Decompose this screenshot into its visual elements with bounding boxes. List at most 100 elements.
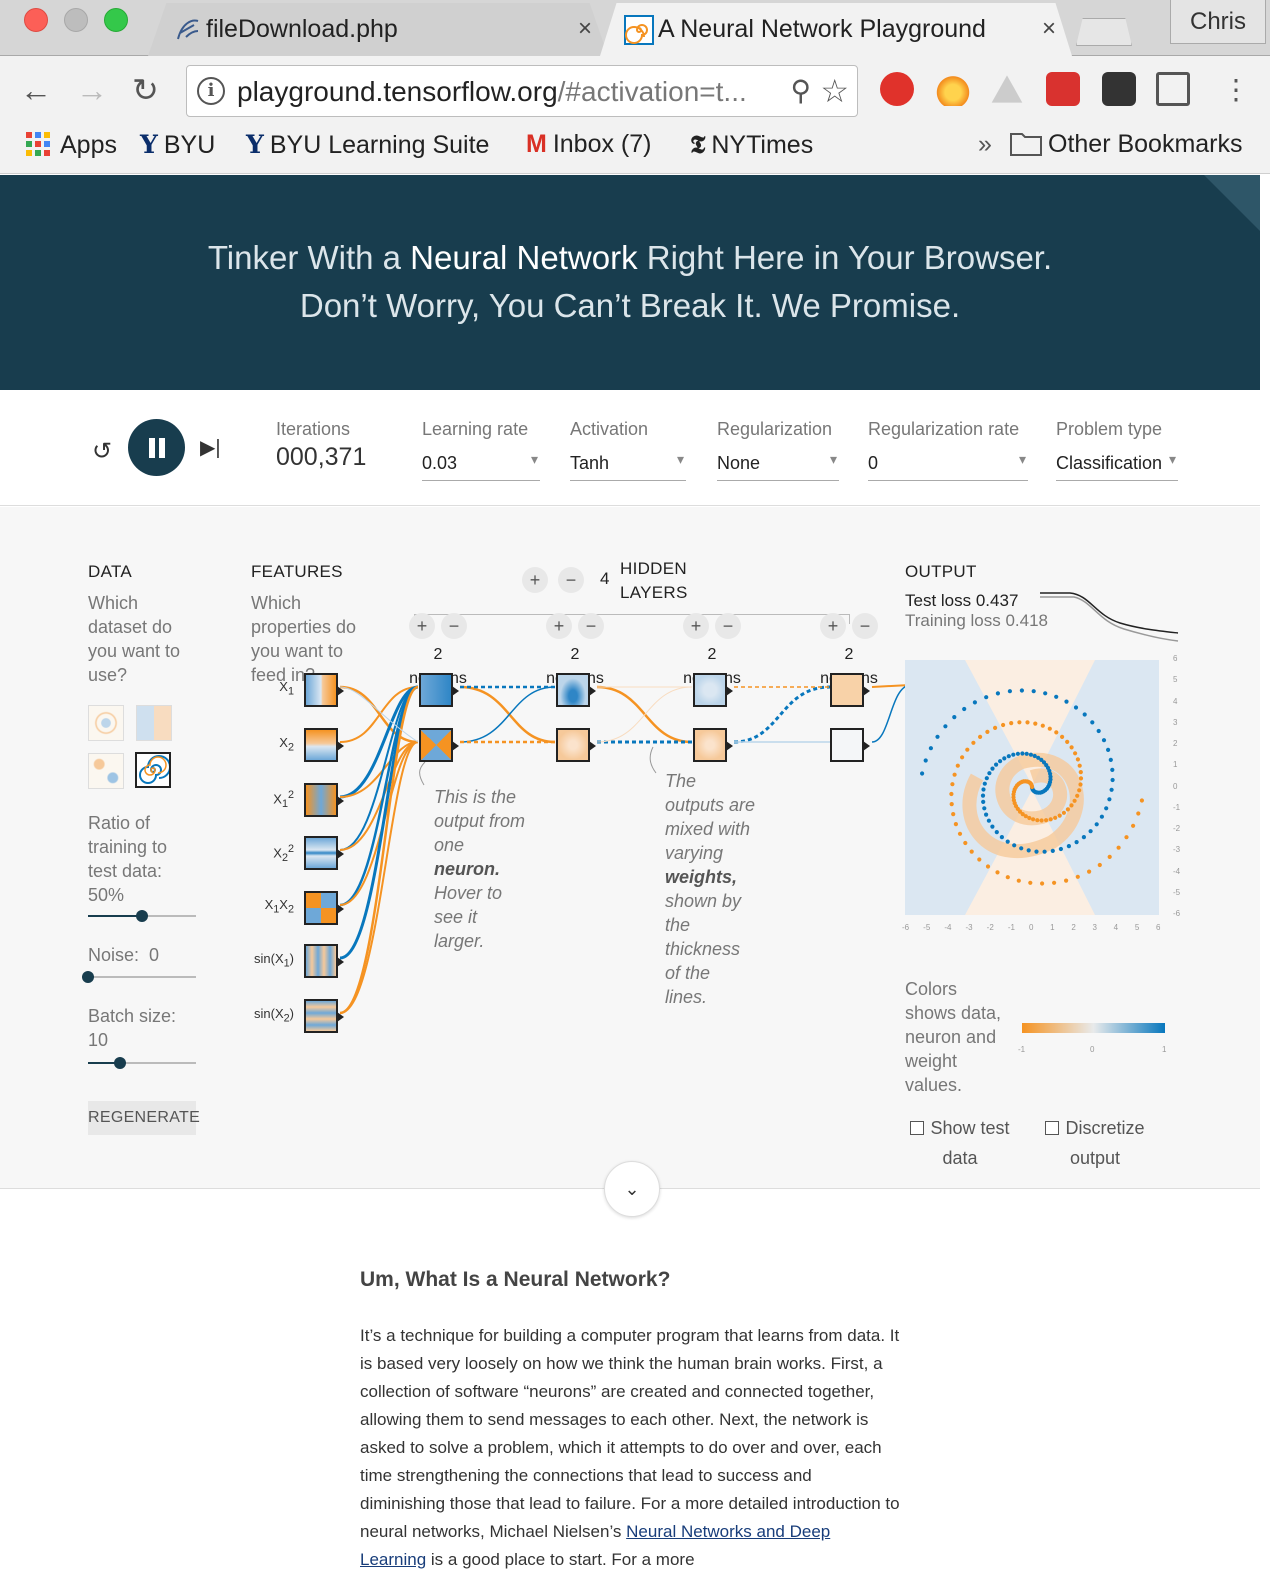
feature-x1-squared[interactable]: [304, 783, 344, 817]
show-test-data-checkbox[interactable]: Show test data: [905, 1113, 1015, 1173]
hero-headline: Tinker With a Neural Network Right Here …: [207, 239, 1053, 276]
neuron-1-1[interactable]: [419, 673, 459, 707]
x-tick-label: 3: [1092, 923, 1097, 932]
data-point: [977, 857, 982, 862]
video-extension-icon[interactable]: [1046, 72, 1080, 106]
add-layer-button[interactable]: +: [522, 567, 548, 593]
data-point: [1017, 720, 1022, 725]
checkbox-box[interactable]: [1045, 1121, 1060, 1135]
noise-slider[interactable]: [82, 971, 196, 983]
close-tab-icon[interactable]: ×: [1042, 15, 1056, 43]
step-icon[interactable]: ▶|: [200, 435, 221, 460]
y-tick-label: -5: [1173, 887, 1181, 897]
dataset-gaussian-thumb[interactable]: [88, 753, 124, 789]
feature-x1x2[interactable]: [304, 891, 344, 925]
output-decision-plot[interactable]: [905, 660, 1159, 915]
minimize-window-button[interactable]: [64, 8, 88, 32]
checkbox-box[interactable]: [910, 1121, 925, 1135]
article-heading: Um, What Is a Neural Network?: [360, 1268, 671, 1291]
close-tab-icon[interactable]: ×: [578, 15, 592, 43]
add-neuron-button[interactable]: +: [683, 613, 709, 639]
data-point: [1136, 811, 1141, 816]
feature-x2[interactable]: [304, 728, 344, 762]
back-arrow-icon[interactable]: ←: [20, 72, 52, 108]
tab-file-download[interactable]: fileDownload.php ×: [148, 3, 608, 56]
tab-neural-network-playground[interactable]: A Neural Network Playground ×: [600, 3, 1072, 56]
profile-button[interactable]: Chris: [1170, 0, 1266, 44]
dataset-xor-thumb[interactable]: [136, 705, 172, 741]
slider-knob[interactable]: [114, 1057, 127, 1069]
batch-slider[interactable]: [88, 1057, 196, 1069]
adblock-extension-icon[interactable]: [880, 72, 914, 106]
add-neuron-button[interactable]: +: [409, 613, 435, 639]
feature-x1[interactable]: [304, 673, 344, 707]
neuron-3-2[interactable]: [693, 728, 733, 762]
feature-sin-x2[interactable]: [304, 999, 344, 1033]
bookmark-byu-learning-suite[interactable]: Y BYU Learning Suite: [246, 130, 489, 160]
remove-neuron-button[interactable]: −: [578, 613, 604, 639]
remove-layer-button[interactable]: −: [558, 567, 584, 593]
remove-neuron-button[interactable]: −: [852, 613, 878, 639]
neuron-4-2[interactable]: [830, 728, 870, 762]
forward-arrow-icon[interactable]: →: [76, 72, 108, 108]
data-point: [1082, 712, 1087, 717]
data-point: [1006, 754, 1011, 759]
dataset-spiral-thumb[interactable]: [135, 752, 171, 788]
learning-rate-select[interactable]: 0.03: [422, 451, 540, 481]
scroll-down-button[interactable]: ⌄: [604, 1161, 660, 1217]
regularization-rate-select[interactable]: 0: [868, 451, 1028, 481]
feature-x2-squared[interactable]: [304, 836, 344, 870]
remove-neuron-button[interactable]: −: [441, 613, 467, 639]
new-tab-button[interactable]: [1076, 18, 1132, 46]
regularization-select[interactable]: None: [717, 451, 839, 481]
neuron-2-2[interactable]: [556, 728, 596, 762]
add-neuron-button[interactable]: +: [546, 613, 572, 639]
discretize-output-checkbox[interactable]: Discretize output: [1040, 1113, 1150, 1173]
neuron-3-1[interactable]: [693, 673, 733, 707]
y-tick-label: -3: [1173, 845, 1181, 855]
pause-button[interactable]: [128, 419, 185, 476]
reset-icon[interactable]: ↺: [92, 437, 112, 466]
add-neuron-button[interactable]: +: [820, 613, 846, 639]
menu-icon[interactable]: ⋮: [1222, 72, 1250, 108]
bookmark-byu[interactable]: Y BYU: [140, 130, 215, 160]
data-point: [984, 776, 989, 781]
bookmark-star-icon[interactable]: ☆: [820, 72, 849, 110]
slider-knob[interactable]: [82, 971, 94, 983]
site-info-icon[interactable]: i: [197, 77, 225, 105]
activation-select[interactable]: Tanh: [570, 451, 686, 481]
byu-logo-icon: Y: [246, 130, 264, 159]
cast-icon[interactable]: [1156, 72, 1190, 106]
zoom-icon[interactable]: ⚲: [790, 74, 811, 107]
neuron-hover-note: This is the output from one neuron. Hover to…: [434, 787, 526, 951]
address-bar[interactable]: i playground.tensorflow.org/#activation=…: [186, 65, 858, 117]
dataset-circle-thumb[interactable]: [88, 705, 124, 741]
bookmark-inbox[interactable]: M Inbox (7): [526, 130, 652, 159]
slider-knob[interactable]: [136, 910, 148, 922]
regenerate-button[interactable]: REGENERATE: [88, 1101, 200, 1135]
neuron-2-1[interactable]: [556, 673, 596, 707]
ratio-slider[interactable]: [88, 910, 196, 922]
fire-extension-icon[interactable]: [936, 72, 970, 106]
y-tick-label: -4: [1173, 866, 1181, 876]
more-bookmarks-chevron[interactable]: »: [978, 130, 992, 159]
github-corner-icon[interactable]: [1204, 175, 1260, 231]
browser-toolbar: ← → ↻ i playground.tensorflow.org/#activ…: [0, 56, 1270, 126]
neuron-4-1[interactable]: [830, 673, 870, 707]
problem-type-select[interactable]: Classification: [1056, 451, 1178, 481]
bookmark-nytimes[interactable]: 𝕿 NYTimes: [690, 130, 813, 160]
reload-icon[interactable]: ↻: [132, 72, 159, 108]
film-extension-icon[interactable]: [1102, 72, 1136, 106]
drive-extension-icon[interactable]: [991, 75, 1023, 103]
other-bookmarks[interactable]: Other Bookmarks: [1010, 130, 1243, 159]
close-window-button[interactable]: [24, 8, 48, 32]
data-point: [1064, 699, 1069, 704]
data-point: [994, 762, 999, 767]
feature-sin-x1[interactable]: [304, 944, 344, 978]
data-point: [1031, 689, 1036, 694]
data-point: [982, 781, 987, 786]
bookmark-apps[interactable]: Apps: [24, 130, 117, 160]
remove-neuron-button[interactable]: −: [715, 613, 741, 639]
neuron-1-2[interactable]: [419, 728, 459, 762]
zoom-window-button[interactable]: [104, 8, 128, 32]
